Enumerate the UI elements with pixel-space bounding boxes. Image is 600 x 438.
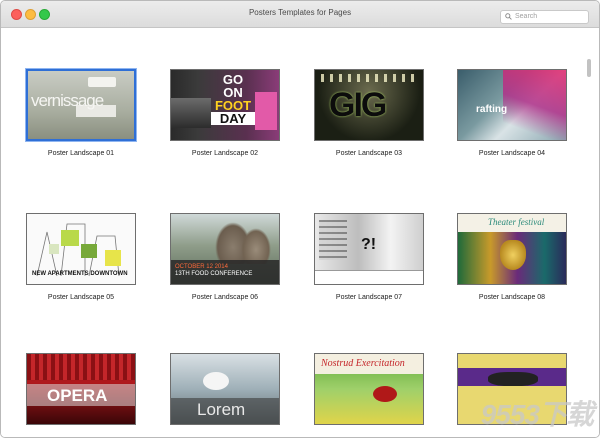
template-thumbnail[interactable]: OCTOBER 12 2014 13TH FOOD CONFERENCE	[170, 213, 280, 285]
template-thumbnail[interactable]: NEW APARTMENTS DOWNTOWN	[26, 213, 136, 285]
thumbnail-headline: ?!	[361, 236, 377, 253]
template-thumbnail[interactable]: GIG	[314, 69, 424, 141]
template-caption: Poster Landscape 07	[335, 294, 403, 301]
template-grid[interactable]: vernissage Poster Landscape 01 GO ON FOO…	[1, 29, 599, 437]
template-caption: Poster Landscape 04	[478, 150, 546, 157]
search-field[interactable]: Search	[500, 10, 589, 24]
thumbnail-headline: Nostrud Exercitation	[321, 358, 405, 369]
search-icon	[505, 13, 512, 20]
app-window: Posters Templates for Pages Search verni…	[0, 0, 600, 438]
template-thumbnail[interactable]: GO ON FOOT DAY	[170, 69, 280, 141]
template-thumbnail[interactable]: ?!	[314, 213, 424, 285]
template-thumbnail[interactable]: vernissage	[26, 69, 136, 141]
thumbnail-headline: GIG	[329, 86, 387, 124]
template-thumbnail[interactable]: rafting	[457, 69, 567, 141]
thumbnail-headline: OPERA	[47, 386, 108, 405]
search-placeholder: Search	[515, 13, 538, 20]
thumbnail-headline: vernissage	[31, 91, 104, 110]
title-bar[interactable]: Posters Templates for Pages Search	[1, 1, 599, 28]
template-thumbnail[interactable]: Theater festival	[457, 213, 567, 285]
template-caption: Poster Landscape 05	[47, 294, 115, 301]
thumbnail-headline: OCTOBER 12 2014 13TH FOOD CONFERENCE	[175, 264, 253, 277]
thumbnail-headline: rafting	[476, 104, 508, 115]
thumbnail-headline: GO ON FOOT DAY	[211, 73, 255, 125]
site-watermark: 9553下载	[480, 399, 594, 430]
template-caption: Poster Landscape 06	[191, 294, 259, 301]
template-caption: Poster Landscape 08	[478, 294, 546, 301]
template-thumbnail[interactable]: Lorem	[170, 353, 280, 425]
template-caption: Poster Landscape 02	[191, 150, 259, 157]
template-caption: Poster Landscape 03	[335, 150, 403, 157]
thumbnail-headline: NEW APARTMENTS DOWNTOWN	[32, 271, 128, 277]
thumbnail-headline: Lorem	[197, 400, 246, 419]
template-thumbnail[interactable]: Nostrud Exercitation	[314, 353, 424, 425]
template-thumbnail[interactable]: OPERA	[26, 353, 136, 425]
vertical-scrollbar[interactable]	[587, 59, 591, 77]
template-caption: Poster Landscape 01	[47, 150, 115, 157]
thumbnail-headline: Theater festival	[488, 217, 545, 227]
